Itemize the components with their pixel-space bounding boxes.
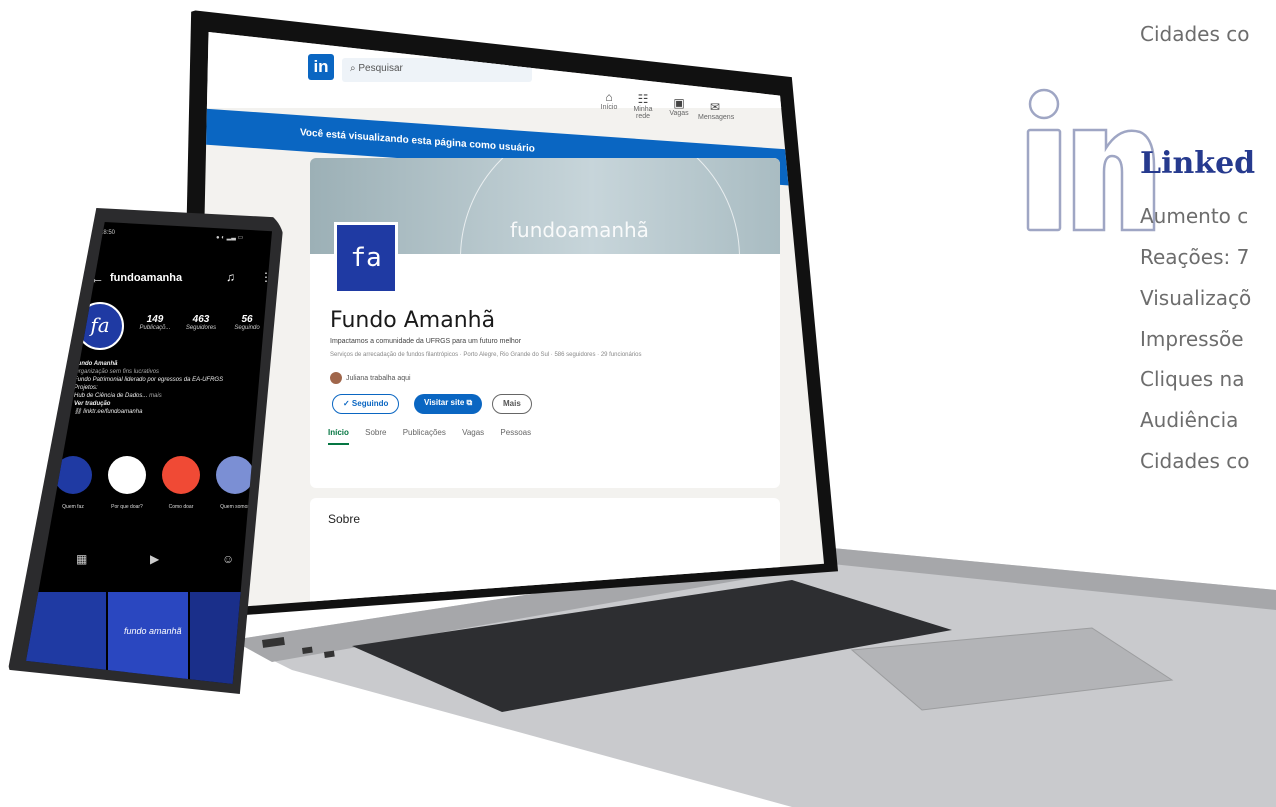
bio-external-link[interactable]: ⛓ linktr.ee/fundoamanha bbox=[74, 408, 234, 416]
post-thumbnail[interactable] bbox=[190, 592, 272, 684]
more-button[interactable]: Mais bbox=[492, 394, 532, 414]
profile-username: fundoamanha bbox=[110, 272, 183, 284]
grid-tab-icon[interactable]: ▦ bbox=[76, 552, 87, 566]
nav-label: Vagas bbox=[669, 110, 689, 117]
tab-jobs[interactable]: Vagas bbox=[462, 428, 484, 437]
about-title: Sobre bbox=[328, 512, 361, 526]
stat-number: 149 bbox=[146, 314, 164, 325]
nav-jobs[interactable]: ▣ Vagas bbox=[662, 96, 696, 117]
highlight-label: Como doar bbox=[168, 504, 194, 510]
tab-posts[interactable]: Publicações bbox=[403, 428, 446, 437]
network-icon: ☷ bbox=[637, 92, 649, 106]
nav-network[interactable]: ☷ Minha rede bbox=[626, 92, 660, 120]
company-meta: Serviços de arrecadação de fundos filant… bbox=[330, 352, 642, 358]
highlight-por-que-doar[interactable] bbox=[108, 456, 146, 494]
stat-number: 56 bbox=[241, 314, 253, 325]
jobs-icon: ▣ bbox=[673, 96, 685, 110]
tagged-tab-icon[interactable]: ☺ bbox=[222, 552, 234, 566]
highlight-quem-somos[interactable] bbox=[216, 456, 254, 494]
company-tagline: Impactamos a comunidade da UFRGS para um… bbox=[330, 338, 522, 345]
following-count[interactable]: 56 Seguindo bbox=[224, 314, 270, 331]
product-mockup-scene: Cidades co Linked Aumento c Reações: 7 V… bbox=[0, 0, 1276, 807]
employee-mention-text: Juliana trabalha aqui bbox=[346, 374, 411, 382]
bio-line: Hub de Ciência de Dados... bbox=[74, 393, 148, 399]
cover-wordmark: fundoamanhã bbox=[510, 218, 649, 242]
employee-avatar bbox=[330, 372, 342, 384]
tab-about[interactable]: Sobre bbox=[365, 428, 386, 437]
reels-tab-icon[interactable]: ▶ bbox=[150, 552, 159, 566]
stat-label: Publicaçõ... bbox=[139, 325, 171, 331]
stat-label: Seguindo bbox=[234, 325, 260, 331]
bio-link-text: linktr.ee/fundoamanha bbox=[83, 409, 143, 415]
search-placeholder: Pesquisar bbox=[358, 63, 403, 74]
home-icon: ⌂ bbox=[605, 90, 613, 104]
bio-name: Fundo Amanhã bbox=[74, 361, 118, 367]
posts-count[interactable]: 149 Publicaçõ... bbox=[132, 314, 178, 331]
nav-home[interactable]: ⌂ Início bbox=[592, 90, 626, 111]
nav-messaging[interactable]: ✉ Mensagens bbox=[698, 100, 735, 121]
messaging-icon: ✉ bbox=[709, 100, 721, 114]
nav-label: Mensagens bbox=[698, 114, 735, 121]
company-name: Fundo Amanhã bbox=[330, 308, 496, 333]
bio-line: Projetos: bbox=[74, 385, 98, 391]
company-logo: fa bbox=[334, 222, 398, 294]
translate-link[interactable]: Ver tradução bbox=[74, 400, 234, 408]
followers-count[interactable]: 463 Seguidores bbox=[178, 314, 224, 331]
phone-mockup: 18:50 ● ◐ ▂▃ ▭ ← fundoamanha ♫ ⋮ fa 149 P… bbox=[8, 208, 284, 694]
stat-number: 463 bbox=[192, 314, 210, 325]
highlight-label: Quem faz bbox=[62, 504, 84, 510]
bio-category: Organização sem fins lucrativos bbox=[74, 369, 160, 375]
linkedin-logo[interactable]: in bbox=[308, 54, 334, 80]
profile-tabs: Início Sobre Publicações Vagas Pessoas bbox=[328, 428, 545, 445]
linkedin-top-bar: in ⌕ Pesquisar ⌂ Início ☷ Minha rede ▣ Vaga… bbox=[196, 32, 824, 121]
stat-label: Seguidores bbox=[185, 325, 217, 331]
nav-label: Minha rede bbox=[633, 106, 653, 120]
visit-site-button[interactable]: Visitar site ⧉ bbox=[414, 394, 483, 414]
tab-people[interactable]: Pessoas bbox=[500, 428, 531, 437]
nav-label: Início bbox=[600, 104, 618, 111]
company-profile-card: fundoamanhã fa Fundo Amanhã Impactamos a… bbox=[310, 158, 780, 488]
bio-line: Fundo Patrimonial liderado por egressos … bbox=[74, 377, 224, 383]
status-icons: ● ◐ ▂▃ ▭ bbox=[216, 235, 244, 241]
bell-icon[interactable]: ♫ bbox=[226, 270, 235, 284]
tab-home[interactable]: Início bbox=[328, 428, 349, 445]
post-thumbnail[interactable]: fundo amanhã bbox=[108, 592, 188, 684]
bio-more-link[interactable]: mais bbox=[149, 393, 162, 399]
profile-bio: Fundo Amanhã Organização sem fins lucrat… bbox=[74, 360, 234, 416]
highlight-como-doar[interactable] bbox=[162, 456, 200, 494]
employee-mention[interactable]: Juliana trabalha aqui bbox=[330, 372, 411, 384]
following-button[interactable]: ✓ Seguindo bbox=[332, 394, 400, 414]
post-thumbnail-text: fundo amanhã bbox=[124, 626, 182, 636]
highlight-label: Por que doar? bbox=[111, 504, 143, 510]
laptop-screen: in ⌕ Pesquisar ⌂ Início ☷ Minha rede ▣ Vaga… bbox=[196, 32, 824, 610]
